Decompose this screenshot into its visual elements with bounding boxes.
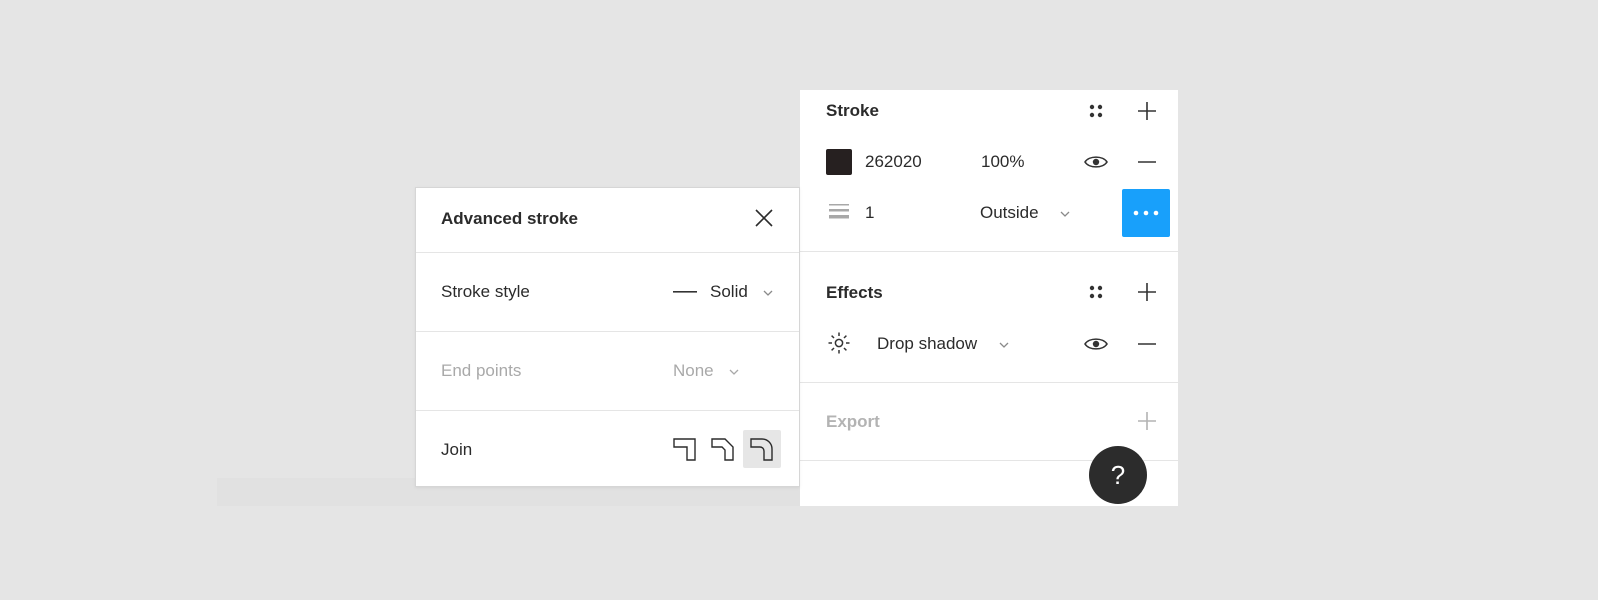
- solid-line-icon: [673, 291, 697, 293]
- add-export-button[interactable]: [1133, 407, 1161, 435]
- end-points-dropdown[interactable]: None: [673, 361, 714, 381]
- join-miter-button[interactable]: [666, 430, 704, 468]
- chevron-down-icon: [763, 290, 773, 296]
- add-effect-button[interactable]: [1133, 278, 1161, 306]
- effect-visibility-button[interactable]: [1082, 330, 1110, 358]
- popover-title: Advanced stroke: [441, 209, 578, 228]
- stroke-style-dropdown[interactable]: Solid: [710, 282, 748, 302]
- join-label: Join: [441, 440, 473, 459]
- effect-styles-button[interactable]: [1082, 278, 1110, 306]
- more-dots-icon: [1133, 210, 1159, 216]
- minus-icon: [1138, 161, 1156, 163]
- close-popover-button[interactable]: [750, 204, 778, 232]
- join-bevel-button[interactable]: [704, 430, 742, 468]
- stroke-weight-icon: [829, 204, 849, 219]
- advanced-stroke-button[interactable]: [1122, 189, 1170, 237]
- chevron-down-icon: [729, 369, 739, 375]
- stroke-weight-icon-wrap: [825, 199, 853, 227]
- eye-icon: [1084, 338, 1108, 350]
- help-button[interactable]: ?: [1089, 446, 1147, 504]
- plus-icon: [1138, 412, 1156, 430]
- divider: [416, 252, 799, 253]
- remove-effect-button[interactable]: [1133, 330, 1161, 358]
- effect-type-dropdown[interactable]: Drop shadow: [877, 334, 977, 354]
- stroke-weight-value[interactable]: 1: [865, 203, 874, 223]
- stroke-color-hex[interactable]: 262020: [865, 152, 922, 172]
- plus-icon: [1138, 102, 1156, 120]
- advanced-stroke-popover: Advanced stroke Stroke style Solid End p…: [415, 187, 800, 487]
- join-round-button[interactable]: [743, 430, 781, 468]
- export-section-title: Export: [826, 412, 880, 431]
- properties-panel: Stroke 262020 100% 1 Outside Effects Dro…: [800, 90, 1178, 506]
- chevron-down-icon: [1060, 211, 1070, 217]
- remove-stroke-button[interactable]: [1133, 148, 1161, 176]
- eye-icon: [1084, 156, 1108, 168]
- close-icon: [755, 209, 773, 227]
- divider: [800, 251, 1178, 252]
- stroke-opacity[interactable]: 100%: [981, 152, 1024, 172]
- stroke-style-label: Stroke style: [441, 282, 530, 301]
- divider: [416, 410, 799, 411]
- styles-grid-icon: [1089, 285, 1103, 299]
- stroke-styles-button[interactable]: [1082, 97, 1110, 125]
- divider: [416, 331, 799, 332]
- minus-icon: [1138, 343, 1156, 345]
- plus-icon: [1138, 283, 1156, 301]
- stroke-visibility-button[interactable]: [1082, 148, 1110, 176]
- sun-icon: [828, 332, 850, 354]
- bevel-join-icon: [711, 438, 734, 461]
- end-points-label: End points: [441, 361, 522, 380]
- chevron-down-icon: [999, 342, 1009, 348]
- effects-section-title: Effects: [826, 283, 883, 302]
- divider: [800, 382, 1178, 383]
- miter-join-icon: [673, 438, 696, 461]
- round-join-icon: [750, 438, 773, 461]
- add-stroke-button[interactable]: [1133, 97, 1161, 125]
- effect-settings-button[interactable]: [825, 329, 853, 357]
- stroke-section-title: Stroke: [826, 101, 879, 120]
- stroke-color-swatch[interactable]: [826, 149, 852, 175]
- stroke-position-dropdown[interactable]: Outside: [980, 203, 1039, 223]
- styles-grid-icon: [1089, 104, 1103, 118]
